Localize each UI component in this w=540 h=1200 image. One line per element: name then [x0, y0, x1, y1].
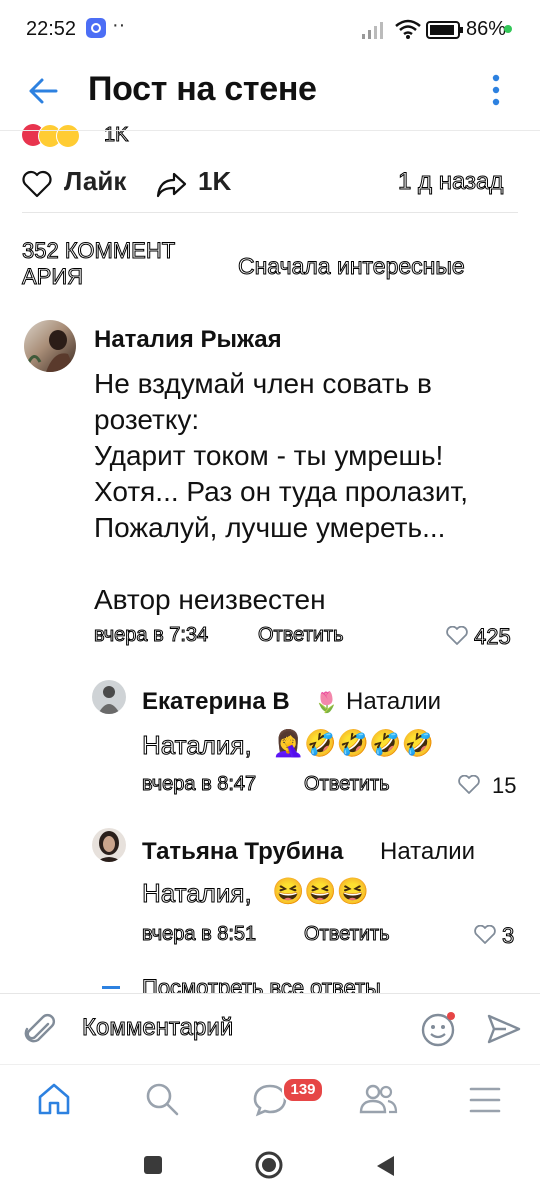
heart-icon[interactable] — [458, 775, 480, 795]
reply-time: вчера в 8:47 — [141, 773, 257, 796]
attach-icon[interactable] — [22, 1010, 58, 1048]
show-all-replies[interactable]: Посмотреть все ответы — [142, 975, 382, 994]
show-all-replies-row[interactable]: Посмотреть все ответы — [0, 972, 540, 993]
back-button-icon[interactable] — [374, 1154, 396, 1178]
divider — [22, 212, 518, 213]
comment-line: Автор неизвестен — [94, 584, 326, 615]
sort-selector[interactable]: Сначала интересные — [238, 253, 466, 280]
battery-icon — [426, 21, 463, 39]
reactions-summary[interactable]: 1K — [22, 124, 222, 148]
share-count: 1K — [198, 166, 232, 196]
reply-text: Наталия, — [142, 730, 253, 761]
send-icon[interactable] — [486, 1012, 522, 1046]
avatar-photo — [96, 831, 122, 862]
status-time: 22:52 — [26, 18, 77, 40]
comment-author[interactable]: Наталия Рыжая — [94, 326, 282, 354]
friends-icon[interactable] — [358, 1081, 398, 1117]
app-notification-icon — [86, 18, 106, 38]
reply-likes: 15 — [492, 773, 517, 798]
comment-text: Не вздумай член совать в розетку: Ударит… — [94, 366, 524, 618]
avatar[interactable] — [92, 680, 126, 714]
avatar-photo — [98, 686, 120, 714]
reply-recipient[interactable]: Наталии — [346, 688, 441, 716]
comments-count-line1: 352 КОММЕНТ — [22, 238, 176, 264]
system-nav-bar — [0, 1130, 540, 1200]
home-button-icon[interactable] — [254, 1150, 284, 1180]
reply-text: Наталия, — [142, 878, 253, 909]
signal-icon — [362, 22, 383, 39]
avatar-photo — [26, 330, 76, 372]
status-bar: 22:52 ·· 86% — [0, 0, 540, 60]
recents-button-icon[interactable] — [144, 1156, 162, 1174]
share-icon — [156, 172, 187, 198]
like-label: Лайк — [64, 166, 127, 196]
comment-input[interactable]: Комментарий — [81, 1014, 233, 1042]
comment-line: Пожалуй, лучше умереть... — [94, 512, 446, 543]
comment-time: вчера в 7:34 — [93, 624, 209, 647]
page-title: Пост на стене — [88, 70, 317, 108]
comment-input-bar: Комментарий — [0, 993, 540, 1064]
reply-emojis: 😆😆😆 — [272, 876, 370, 906]
comment-likes: 425 — [474, 624, 512, 650]
comments-count-line2: АРИЯ — [22, 264, 84, 290]
comment-line — [94, 546, 524, 582]
search-icon[interactable] — [144, 1081, 180, 1117]
more-vertical-icon[interactable] — [486, 72, 506, 112]
battery-percent: 86% — [466, 18, 507, 40]
comment-line: Не вздумай член совать в — [94, 368, 432, 399]
heart-icon[interactable] — [446, 626, 468, 646]
status-dot — [504, 25, 512, 33]
like-button[interactable]: Лайк — [22, 166, 162, 200]
reply-button[interactable]: Ответить — [304, 923, 390, 946]
reply-likes: 3 — [501, 923, 515, 949]
wow-reaction-icon — [56, 124, 80, 148]
reply-author[interactable]: Татьяна Трубина — [142, 838, 343, 866]
comments-count: 352 КОММЕНТ АРИЯ — [22, 238, 222, 290]
share-button[interactable]: 1K — [156, 166, 256, 200]
bottom-tab-bar — [0, 1064, 540, 1131]
status-dots: ·· — [112, 14, 126, 36]
reply-author[interactable]: Екатерина В — [142, 688, 290, 716]
header-divider — [0, 130, 540, 131]
expand-icon — [102, 986, 120, 989]
heart-icon[interactable] — [474, 925, 496, 945]
top-app-bar: Пост на стене — [0, 60, 540, 131]
messages-badge: 139 — [282, 1077, 324, 1103]
flower-emoji-icon: 🌷 — [314, 692, 339, 714]
reply-emojis: 🤦‍♀️🤣🤣🤣🤣 — [272, 728, 434, 758]
reply-time: вчера в 8:51 — [141, 923, 257, 946]
reply-recipient[interactable]: Наталии — [380, 838, 475, 866]
comment-line: розетку: — [94, 404, 200, 435]
post-time: 1 д назад — [397, 168, 504, 196]
reactions-count: 1K — [103, 124, 129, 147]
heart-icon — [22, 170, 52, 198]
home-icon[interactable] — [36, 1081, 72, 1117]
comment-line: Ударит током - ты умрешь! — [94, 440, 444, 471]
avatar[interactable] — [24, 320, 76, 372]
comment-line: Хотя... Раз он туда пролазит, — [94, 476, 469, 507]
avatar[interactable] — [92, 828, 126, 862]
wifi-icon — [395, 19, 421, 39]
menu-icon[interactable] — [468, 1085, 502, 1115]
emoji-icon[interactable] — [420, 1010, 458, 1048]
reply-button[interactable]: Ответить — [304, 773, 390, 796]
back-arrow-icon[interactable] — [26, 74, 60, 108]
reply-button[interactable]: Ответить — [258, 624, 344, 647]
